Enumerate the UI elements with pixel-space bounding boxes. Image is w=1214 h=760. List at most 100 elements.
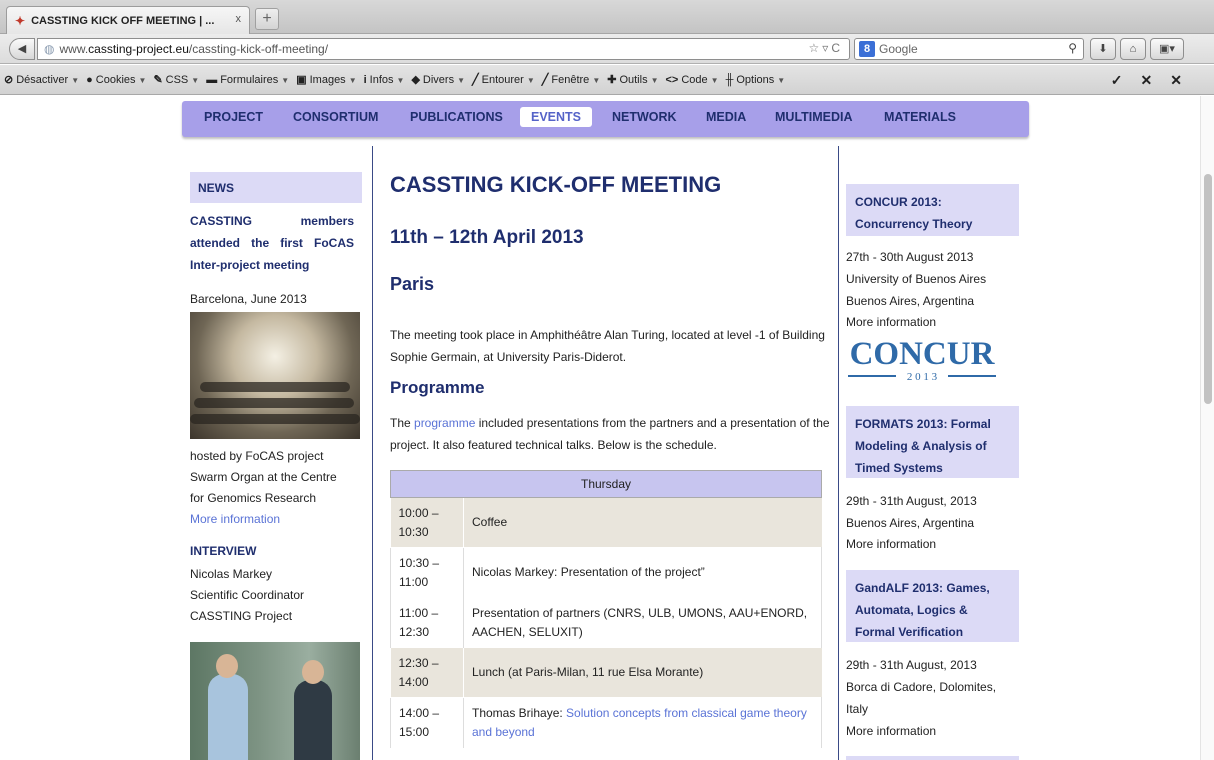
intro-paragraph: The meeting took place in Amphithéâtre A… [390, 328, 825, 364]
nav-materials[interactable]: MATERIALS [884, 110, 956, 124]
interview-title: INTERVIEW [190, 544, 257, 558]
table-row: 12:30 – 14:00 Lunch (at Paris-Milan, 11 … [390, 647, 822, 698]
schedule-day-header: Thursday [390, 470, 822, 498]
interview-project: CASSTING Project [190, 609, 293, 623]
dev-status-icons[interactable]: ✓✕✕ [1111, 72, 1200, 89]
google-engine-icon[interactable]: 8 [859, 41, 875, 57]
meeting-photo [190, 312, 360, 439]
news-title: NEWS [198, 181, 234, 195]
nav-multimedia[interactable]: MULTIMEDIA [775, 110, 853, 124]
new-tab-button[interactable]: + [255, 8, 279, 30]
browser-tab[interactable]: ✦ CASSTING KICK OFF MEETING | ... x [6, 6, 250, 34]
scrollbar-thumb[interactable] [1204, 174, 1212, 404]
dev-item-options[interactable]: ╫ Options ▼ [726, 74, 786, 86]
nav-media[interactable]: MEDIA [706, 110, 746, 124]
event-concur-box[interactable]: CONCUR 2013: Concurrency Theory [846, 184, 1019, 236]
globe-icon: ◍ [44, 42, 55, 56]
dev-item-cookies[interactable]: ● Cookies ▼ [86, 74, 146, 86]
nav-publications[interactable]: PUBLICATIONS [410, 110, 503, 124]
dev-item-images[interactable]: ▣ Images ▼ [296, 73, 356, 86]
concur-logo-text: CONCUR [850, 336, 996, 372]
news-desc-3: for Genomics Research [190, 491, 317, 505]
schedule-time: 10:00 – 10:30 [390, 497, 464, 548]
code-icon: <> [665, 73, 679, 86]
search-bar[interactable]: 8 Google ⚲ [854, 38, 1084, 60]
schedule-time: 11:00 – 12:30 [390, 597, 464, 648]
dev-item-tools[interactable]: ✚ Outils ▼ [607, 73, 658, 86]
tools-icon: ✚ [607, 74, 617, 86]
schedule-item: Nicolas Markey: Presentation of the proj… [463, 547, 822, 598]
schedule-item: Thomas Brihaye: Solution concepts from c… [463, 697, 822, 748]
column-divider-right [838, 146, 839, 760]
event-gandalf-more-link[interactable]: More information [846, 720, 936, 742]
back-button[interactable]: ◀ [9, 38, 35, 60]
url-bar[interactable]: ◍ www. cassting-project.eu/cassting-kick-… [37, 38, 850, 60]
event-formats-more-link[interactable]: More information [846, 533, 936, 555]
site-navigation: PROJECT CONSORTIUM PUBLICATIONS EVENTS N… [182, 101, 1029, 137]
news-more-link[interactable]: More information [190, 509, 280, 530]
dev-item-misc[interactable]: ◆ Divers ▼ [411, 73, 465, 86]
vertical-scrollbar[interactable] [1200, 96, 1214, 760]
table-row: 14:00 – 15:00 Thomas Brihaye: Solution c… [390, 697, 822, 748]
concur-logo: CONCUR 2 0 1 3 [848, 336, 996, 383]
nav-project[interactable]: PROJECT [204, 110, 263, 124]
event-next-box[interactable] [846, 756, 1019, 760]
dev-item-infos[interactable]: i Infos ▼ [364, 74, 405, 86]
web-developer-toolbar: ⊘ Désactiver ▼ ● Cookies ▼ ✎ CSS ▼ ▬ Formulaire… [0, 65, 1214, 95]
tab-title: CASSTING KICK OFF MEETING | ... [31, 14, 215, 27]
search-icon[interactable]: ⚲ [1068, 41, 1077, 55]
news-heading-box: NEWS [190, 172, 362, 203]
event-concur-city: Buenos Aires, Argentina [846, 294, 975, 308]
url-path: /cassting-kick-off-meeting/ [188, 42, 329, 56]
news-desc-1: hosted by FoCAS project [190, 449, 324, 463]
event-formats-box[interactable]: FORMATS 2013: Formal Modeling & Analysis… [846, 406, 1019, 478]
event-gandalf-box[interactable]: GandALF 2013: Games, Automata, Logics & … [846, 570, 1019, 642]
home-button[interactable]: ⌂ [1120, 38, 1146, 60]
nav-events[interactable]: EVENTS [520, 107, 593, 127]
news-desc-2: Swarm Organ at the Centre [190, 470, 337, 484]
news-headline[interactable]: CASSTING members attended the first FoCA… [190, 210, 354, 276]
misc-icon: ◆ [411, 74, 420, 86]
download-button[interactable]: ⬇ [1090, 38, 1116, 60]
bookmark-star-icon[interactable]: ☆▿C [809, 41, 843, 55]
dev-item-disable[interactable]: ⊘ Désactiver ▼ [4, 73, 79, 86]
dev-item-window[interactable]: ╱ Fenêtre ▼ [542, 73, 600, 86]
tab-close-icon[interactable]: x [236, 13, 242, 25]
event-formats-city: Buenos Aires, Argentina [846, 516, 975, 530]
window-icon: ╱ [541, 74, 549, 86]
programme-paragraph: The programme included presentations fro… [390, 416, 830, 452]
page-title: CASSTING KICK-OFF MEETING [390, 172, 722, 197]
event-gandalf-dates: 29th - 31th August, 2013 [846, 658, 977, 672]
event-concur-dates: 27th - 30th August 2013 [846, 250, 974, 264]
news-place: Barcelona, June 2013 [190, 292, 307, 306]
css-icon: ✎ [153, 74, 163, 86]
dev-item-code[interactable]: <> Code ▼ [666, 74, 719, 86]
tab-bar: ✦ CASSTING KICK OFF MEETING | ... x + [0, 0, 1214, 34]
menu-button[interactable]: ▣▾ [1150, 38, 1184, 60]
talk-speaker: Thomas Brihaye: [472, 705, 567, 720]
nav-consortium[interactable]: CONSORTIUM [293, 110, 378, 124]
outline-icon: ╱ [472, 74, 479, 86]
navigation-toolbar: ◀ ◍ www. cassting-project.eu/cassting-kic… [0, 34, 1214, 64]
event-date: 11th – 12th April 2013 [390, 227, 584, 248]
site-favicon-icon: ✦ [15, 13, 26, 28]
nav-network[interactable]: NETWORK [612, 110, 677, 124]
dev-item-css[interactable]: ✎ CSS ▼ [153, 73, 199, 86]
disable-icon: ⊘ [4, 74, 14, 86]
dev-item-forms[interactable]: ▬ Formulaires ▼ [206, 74, 289, 86]
schedule-item: Lunch (at Paris-Milan, 11 rue Elsa Moran… [463, 647, 822, 698]
interview-name: Nicolas Markey [190, 567, 273, 581]
info-icon: i [363, 73, 367, 86]
forms-icon: ▬ [206, 73, 218, 86]
interview-role: Scientific Coordinator [190, 588, 305, 602]
dev-item-outline[interactable]: ╱ Entourer ▼ [472, 73, 535, 86]
search-placeholder: Google [879, 42, 918, 56]
schedule-time: 12:30 – 14:00 [390, 647, 464, 698]
event-concur-more-link[interactable]: More information [846, 311, 936, 333]
event-concur-venue: University of Buenos Aires [846, 272, 987, 286]
schedule-time: 14:00 – 15:00 [390, 697, 464, 748]
programme-link[interactable]: programme [414, 416, 475, 430]
event-gandalf-city: Borca di Cadore, Dolomites, Italy [846, 680, 997, 716]
schedule-time: 10:30 – 11:00 [390, 547, 464, 598]
options-icon: ╫ [725, 73, 734, 86]
